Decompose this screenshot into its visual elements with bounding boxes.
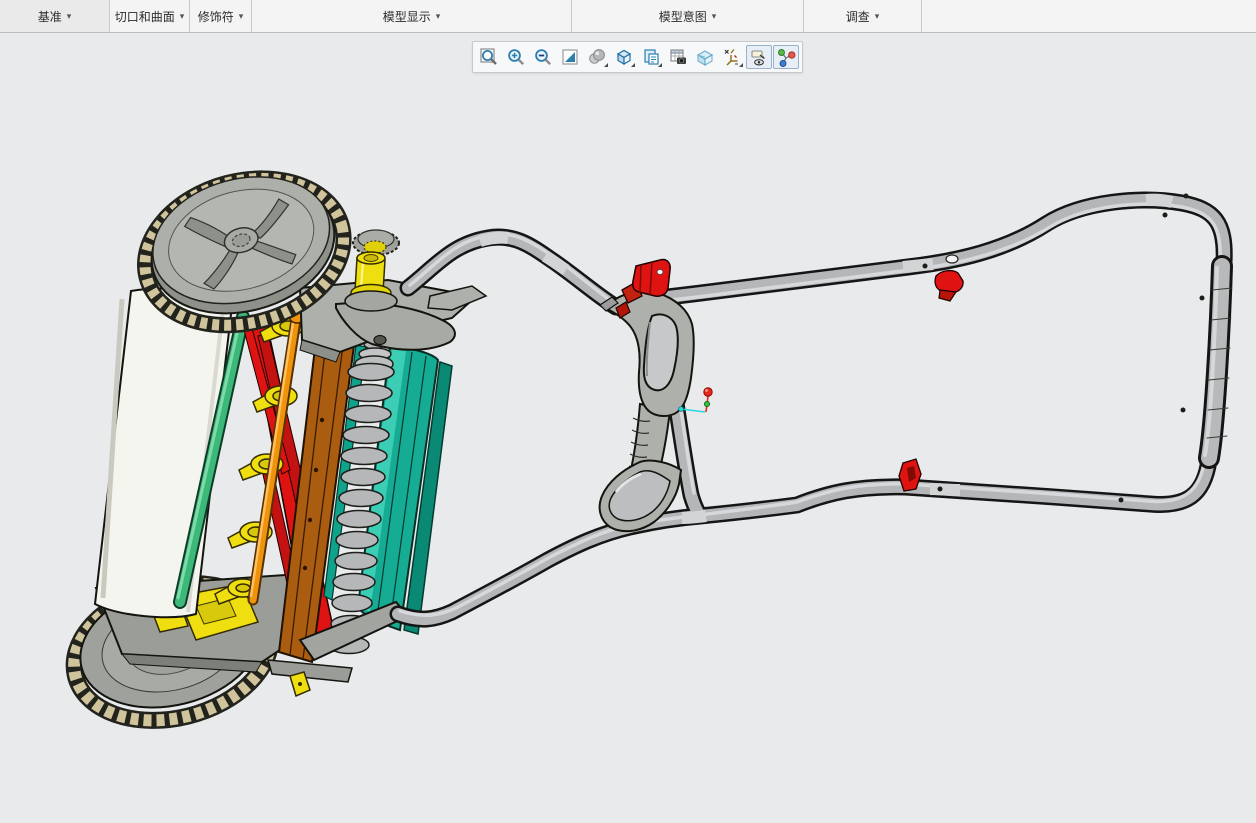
cad-application-window: 基准 ▾ 切口和曲面 ▾ 修饰符 ▾ 模型显示 ▾ 模型意图 ▾ 调查 ▾: [0, 0, 1256, 823]
ribbon-group-label: 基准: [37, 9, 62, 24]
sleeve-hole: [945, 254, 959, 264]
ribbon-group-modifiers[interactable]: 修饰符 ▾: [190, 0, 252, 32]
ribbon-group-label: 调查: [845, 9, 870, 24]
chevron-down-icon: ▾: [66, 10, 72, 21]
ribbon-group-cut-and-surface[interactable]: 切口和曲面 ▾: [110, 0, 190, 32]
ribbon-group-label: 切口和曲面: [114, 9, 175, 24]
cube-icon: [616, 49, 632, 66]
annotation-eye-icon: [751, 50, 765, 66]
zoom-in-button[interactable]: [503, 45, 529, 69]
tube-bolts: [922, 193, 1205, 503]
chevron-down-icon: ▾: [238, 10, 244, 21]
spin-center-icon: [778, 49, 796, 67]
table-camera-icon: [670, 49, 686, 64]
datum-display-filters-button[interactable]: [719, 45, 745, 69]
ribbon-group-datum[interactable]: 基准 ▾: [0, 0, 110, 32]
shaded-sphere-icon: [589, 49, 605, 64]
tube-sleeves: [478, 193, 1174, 524]
mower-assembly-model: [65, 170, 1233, 729]
in-graphics-toolbar: [472, 41, 803, 73]
ribbon-group-label: 模型显示: [382, 9, 431, 24]
spin-center-toggle[interactable]: [773, 45, 799, 69]
chevron-down-icon: ▾: [874, 10, 880, 21]
chevron-down-icon: ▾: [435, 10, 441, 21]
ribbon-toolbar: 基准 ▾ 切口和曲面 ▾ 修饰符 ▾ 模型显示 ▾ 模型意图 ▾ 调查 ▾: [0, 0, 1256, 33]
repaint-button[interactable]: [557, 45, 583, 69]
graphics-viewport[interactable]: [0, 33, 1256, 823]
saved-view-list-icon: [644, 49, 659, 65]
zoom-out-icon: [535, 49, 552, 66]
datum-axes-icon: [724, 49, 738, 66]
axle-hub-assembly: [344, 229, 400, 312]
ribbon-group-model-display[interactable]: 模型显示 ▾: [252, 0, 572, 32]
ribbon-spacer: [922, 0, 1256, 32]
display-style-button[interactable]: [611, 45, 637, 69]
zoom-to-fit-button[interactable]: [476, 45, 502, 69]
repaint-icon: [562, 49, 578, 65]
handle-loop-tube: [389, 191, 1233, 628]
view-capture-button[interactable]: [665, 45, 691, 69]
ribbon-group-model-intent[interactable]: 模型意图 ▾: [572, 0, 804, 32]
ribbon-group-label: 模型意图: [658, 9, 707, 24]
annotation-display-toggle[interactable]: [746, 45, 772, 69]
handle-clamp-top: [934, 269, 964, 302]
glass-cube-icon: [696, 50, 714, 66]
view-manager-button[interactable]: [692, 45, 718, 69]
chevron-down-icon: ▾: [711, 10, 717, 21]
saved-views-button[interactable]: [638, 45, 664, 69]
zoom-to-fit-icon: [480, 48, 497, 65]
ribbon-group-label: 修饰符: [197, 9, 234, 24]
zoom-out-button[interactable]: [530, 45, 556, 69]
shading-style-button[interactable]: [584, 45, 610, 69]
chevron-down-icon: ▾: [179, 10, 185, 21]
zoom-in-icon: [508, 49, 525, 66]
ribbon-group-investigate[interactable]: 调查 ▾: [804, 0, 922, 32]
